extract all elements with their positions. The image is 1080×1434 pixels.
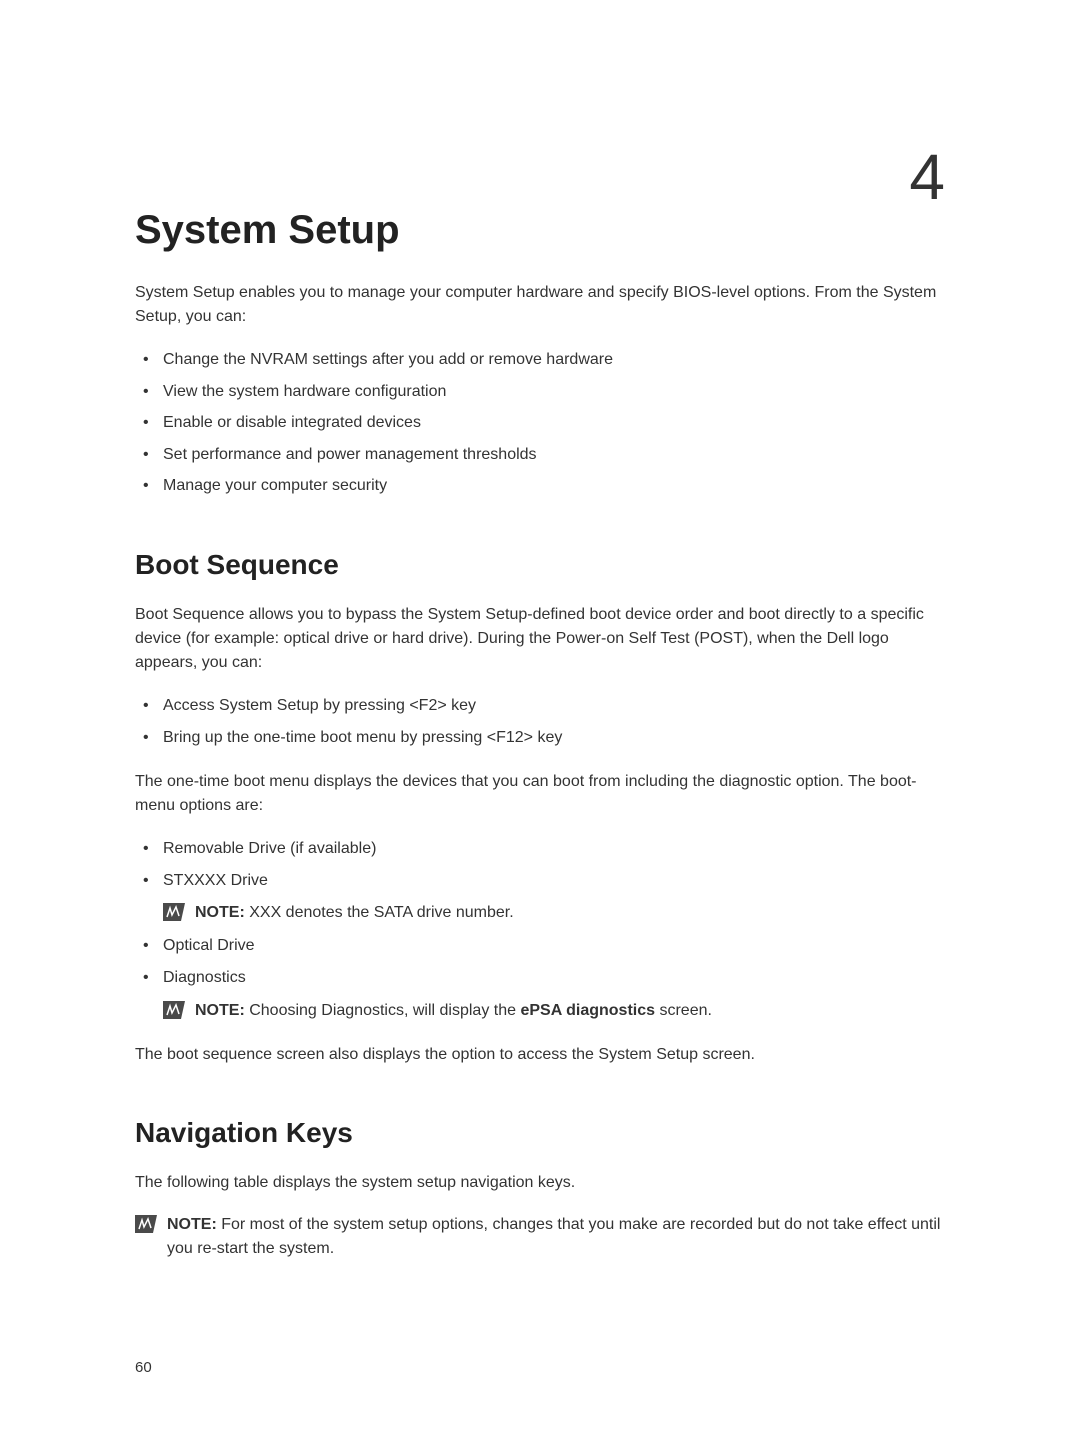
list-item: Optical Drive	[135, 933, 945, 959]
list-item: Access System Setup by pressing <F2> key	[135, 693, 945, 719]
navigation-keys-heading: Navigation Keys	[135, 1117, 945, 1149]
note-text: NOTE: XXX denotes the SATA drive number.	[195, 901, 514, 925]
chapter-number: 4	[909, 145, 945, 209]
note-body: For most of the system setup options, ch…	[167, 1216, 940, 1257]
note-block: NOTE: For most of the system setup optio…	[135, 1213, 945, 1261]
boot-sequence-list-2: Removable Drive (if available) STXXXX Dr…	[135, 836, 945, 1022]
document-page: 4 System Setup System Setup enables you …	[0, 0, 1080, 1339]
note-label: NOTE:	[195, 904, 249, 921]
intro-list: Change the NVRAM settings after you add …	[135, 347, 945, 499]
boot-sequence-heading: Boot Sequence	[135, 549, 945, 581]
list-item: View the system hardware configuration	[135, 379, 945, 405]
page-title: System Setup	[135, 208, 945, 253]
list-item: Bring up the one-time boot menu by press…	[135, 725, 945, 751]
note-label: NOTE:	[195, 1002, 249, 1019]
intro-paragraph: System Setup enables you to manage your …	[135, 281, 945, 329]
boot-sequence-paragraph-3: The boot sequence screen also displays t…	[135, 1043, 945, 1067]
list-item: STXXXX Drive NOTE: XXX denotes the SATA …	[135, 868, 945, 926]
note-text: NOTE: For most of the system setup optio…	[167, 1213, 945, 1261]
boot-sequence-paragraph-2: The one-time boot menu displays the devi…	[135, 770, 945, 818]
note-label: NOTE:	[167, 1216, 221, 1233]
note-icon	[163, 1001, 185, 1019]
list-item: Diagnostics NOTE: Choosing Diagnostics, …	[135, 965, 945, 1023]
list-item: Enable or disable integrated devices	[135, 410, 945, 436]
note-icon	[163, 903, 185, 921]
note-body-a: Choosing Diagnostics, will display the	[249, 1002, 520, 1019]
boot-sequence-list-1: Access System Setup by pressing <F2> key…	[135, 693, 945, 750]
note-body-b: screen.	[655, 1002, 712, 1019]
note-block: NOTE: XXX denotes the SATA drive number.	[163, 901, 945, 925]
list-item: Set performance and power management thr…	[135, 442, 945, 468]
boot-sequence-paragraph-1: Boot Sequence allows you to bypass the S…	[135, 603, 945, 675]
note-bold: ePSA diagnostics	[520, 1002, 655, 1019]
note-body: XXX denotes the SATA drive number.	[249, 904, 513, 921]
note-icon	[135, 1215, 157, 1233]
list-item-text: STXXXX Drive	[163, 872, 268, 889]
navigation-keys-paragraph: The following table displays the system …	[135, 1171, 945, 1195]
note-block: NOTE: Choosing Diagnostics, will display…	[163, 999, 945, 1023]
list-item: Change the NVRAM settings after you add …	[135, 347, 945, 373]
list-item: Manage your computer security	[135, 473, 945, 499]
note-text: NOTE: Choosing Diagnostics, will display…	[195, 999, 712, 1023]
page-number: 60	[135, 1359, 152, 1376]
list-item-text: Diagnostics	[163, 969, 246, 986]
list-item: Removable Drive (if available)	[135, 836, 945, 862]
